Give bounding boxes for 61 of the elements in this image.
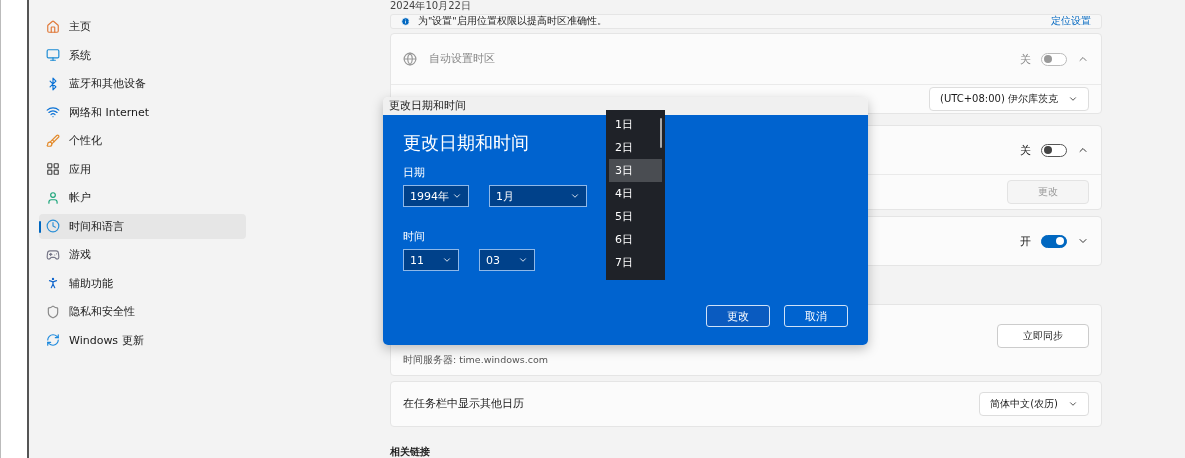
wifi-icon (46, 105, 60, 119)
year-select[interactable]: 1994年 (403, 185, 469, 207)
time-label: 时间 (403, 229, 425, 244)
info-text: 为"设置"启用位置权限以提高时区准确性。 (418, 15, 607, 28)
setting-label: 自动设置时区 (429, 52, 495, 66)
sidebar-item[interactable]: 帐户 (39, 185, 246, 210)
chevron-down-icon (1068, 399, 1078, 409)
sidebar-item[interactable]: 个性化 (39, 128, 246, 153)
date-label: 日期 (403, 165, 425, 180)
chevron-down-icon (518, 255, 528, 265)
sidebar-item[interactable]: 时间和语言 (39, 213, 246, 239)
chevron-down-icon (452, 191, 462, 201)
brush-icon (46, 133, 60, 148)
sidebar-item[interactable]: 游戏 (39, 242, 246, 267)
sidebar-item[interactable]: 蓝牙和其他设备 (39, 71, 246, 96)
toggle-state: 关 (1020, 51, 1031, 67)
sync-now-button[interactable]: 立即同步 (997, 324, 1089, 348)
toggle-state: 开 (1020, 233, 1031, 249)
location-settings-link[interactable]: 定位设置 (1051, 15, 1091, 28)
month-select[interactable]: 1月 (489, 185, 587, 207)
sidebar-item[interactable]: 辅助功能 (39, 270, 246, 296)
sidebar-item[interactable]: 隐私和安全性 (39, 299, 246, 324)
toggle-switch[interactable] (1041, 234, 1067, 248)
day-option[interactable]: 7日 (609, 251, 662, 274)
refresh-icon (46, 333, 60, 347)
monitor-icon (46, 48, 60, 62)
chevron-down-icon (1068, 94, 1078, 104)
hour-select[interactable]: 11 (403, 249, 459, 271)
day-option[interactable]: 4日 (609, 182, 662, 205)
setting-label: 在任务栏中显示其他日历 (403, 397, 524, 411)
sidebar-item[interactable]: 系统 (39, 42, 246, 68)
day-option[interactable]: 3日 (609, 159, 662, 182)
day-option[interactable]: 2日 (609, 136, 662, 159)
apps-icon (46, 162, 60, 176)
chevron-down-icon (570, 191, 580, 201)
sidebar-item[interactable]: 网络和 Internet (39, 99, 246, 125)
sidebar-item[interactable]: 应用 (39, 156, 246, 182)
person-icon (46, 190, 60, 205)
day-option[interactable]: 6日 (609, 228, 662, 251)
section-heading: 相关链接 (390, 445, 430, 458)
current-date: 2024年10月22日 (390, 0, 471, 12)
minute-select[interactable]: 03 (479, 249, 535, 271)
clock-icon (46, 219, 60, 233)
calendar-dropdown[interactable]: 简体中文(农历) (979, 392, 1089, 416)
day-option[interactable]: 5日 (609, 205, 662, 228)
accessibility-icon (46, 276, 60, 290)
info-icon (401, 17, 410, 26)
chevron-down-icon (442, 255, 452, 265)
sidebar-item[interactable]: Windows 更新 (39, 327, 246, 353)
gamepad-icon (46, 247, 60, 262)
cancel-button[interactable]: 取消 (784, 305, 848, 327)
home-icon (46, 19, 60, 34)
confirm-button[interactable]: 更改 (706, 305, 770, 327)
toggle-state: 关 (1020, 142, 1031, 158)
toggle-switch[interactable] (1041, 143, 1067, 157)
time-server-text: 时间服务器: time.windows.com (403, 354, 548, 367)
sidebar-item[interactable]: 主页 (39, 14, 246, 39)
dialog-heading: 更改日期和时间 (403, 131, 529, 155)
dialog-title: 更改日期和时间 (383, 97, 868, 115)
day-option[interactable]: 1日 (609, 113, 662, 136)
shield-icon (46, 304, 60, 319)
